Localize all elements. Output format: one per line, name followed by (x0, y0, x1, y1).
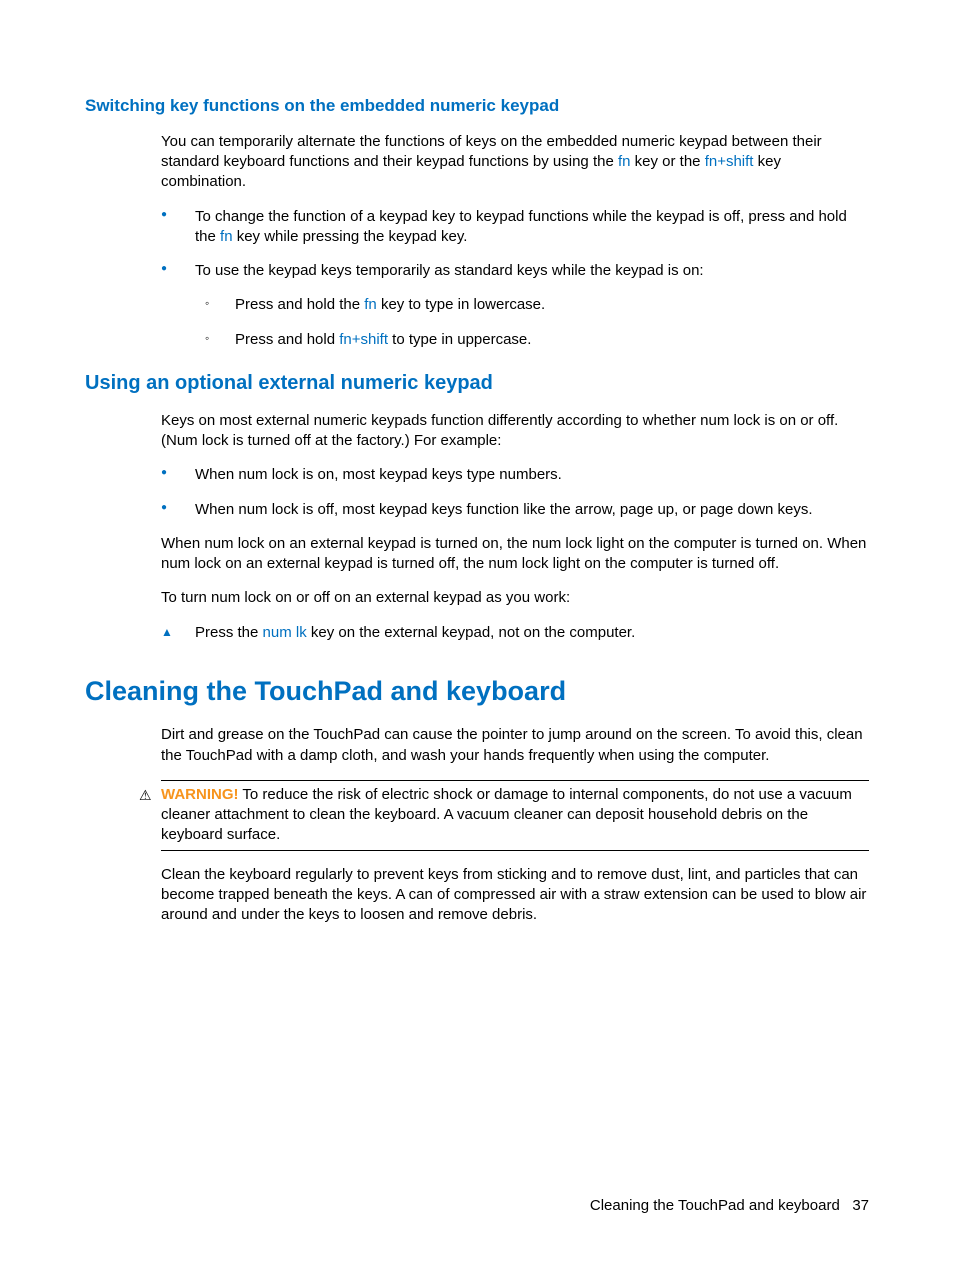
text: key to type in lowercase. (377, 296, 545, 313)
bullet-list: To change the function of a keypad key t… (161, 207, 869, 350)
document-page: Switching key functions on the embedded … (0, 0, 954, 1270)
text: to type in uppercase. (388, 331, 531, 348)
key-fn-shift: fn+shift (705, 153, 754, 170)
heading-external-numeric-keypad: Using an optional external numeric keypa… (85, 370, 869, 397)
key-fn: fn (364, 296, 377, 313)
footer-title: Cleaning the TouchPad and keyboard (590, 1197, 840, 1214)
warning-label: WARNING! (161, 786, 239, 803)
bullet-list: When num lock is on, most keypad keys ty… (161, 465, 869, 520)
paragraph: To turn num lock on or off on an externa… (161, 588, 869, 608)
warning-text: To reduce the risk of electric shock or … (161, 786, 852, 844)
sub-bullet-list: Press and hold the fn key to type in low… (195, 295, 869, 350)
warning-icon: ⚠ (139, 786, 152, 805)
warning-block: ⚠ WARNING! To reduce the risk of electri… (161, 780, 869, 851)
text: key on the external keypad, not on the c… (307, 624, 636, 641)
text: key while pressing the keypad key. (233, 228, 468, 245)
list-item: To change the function of a keypad key t… (161, 207, 869, 248)
paragraph: You can temporarily alternate the functi… (161, 132, 869, 193)
text: Press and hold (235, 331, 339, 348)
text: key or the (630, 153, 704, 170)
page-number: 37 (852, 1197, 869, 1214)
text: Press the (195, 624, 263, 641)
text: To use the keypad keys temporarily as st… (195, 262, 704, 279)
list-item: Press and hold fn+shift to type in upper… (195, 330, 869, 350)
list-item: Press the num lk key on the external key… (161, 623, 869, 643)
paragraph: Keys on most external numeric keypads fu… (161, 411, 869, 452)
key-fn: fn (220, 228, 233, 245)
list-item: To use the keypad keys temporarily as st… (161, 261, 869, 350)
heading-switching-key-functions: Switching key functions on the embedded … (85, 95, 869, 118)
paragraph: When num lock on an external keypad is t… (161, 534, 869, 575)
page-footer: Cleaning the TouchPad and keyboard 37 (590, 1196, 869, 1216)
heading-cleaning-touchpad-keyboard: Cleaning the TouchPad and keyboard (85, 673, 869, 709)
step-list: Press the num lk key on the external key… (161, 623, 869, 643)
paragraph: Dirt and grease on the TouchPad can caus… (161, 725, 869, 766)
key-num-lk: num lk (263, 624, 307, 641)
list-item: When num lock is on, most keypad keys ty… (161, 465, 869, 485)
text: Press and hold the (235, 296, 364, 313)
list-item: When num lock is off, most keypad keys f… (161, 500, 869, 520)
key-fn-shift: fn+shift (339, 331, 388, 348)
list-item: Press and hold the fn key to type in low… (195, 295, 869, 315)
paragraph: Clean the keyboard regularly to prevent … (161, 865, 869, 926)
key-fn: fn (618, 153, 631, 170)
